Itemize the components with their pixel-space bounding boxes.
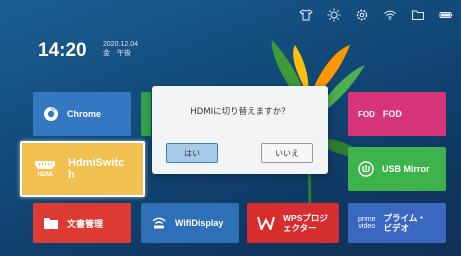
tile-hdmi-label-line1: HdmiSwitc [68, 157, 125, 169]
wps-icon [257, 216, 275, 230]
tile-document-manager[interactable]: 文書管理 [33, 203, 131, 243]
tile-wps-label-line1: WPSプロジ [283, 213, 328, 223]
tile-prime-video[interactable]: prime video プライム・ ビデオ [348, 203, 446, 243]
tile-wifi-display[interactable]: WifiDisplay [141, 203, 239, 243]
clock-time: 14:20 [38, 40, 87, 61]
folder-icon[interactable] [411, 8, 425, 22]
date-text: 2020.12.04 [103, 41, 139, 48]
tile-fod-label: FOD [382, 109, 402, 119]
tile-wps-projector[interactable]: WPSプロジ ェクター [247, 203, 339, 243]
prime-video-icon: prime video [358, 216, 376, 230]
tile-document-manager-label: 文書管理 [67, 218, 104, 229]
weekday-ampm-text: 金 午後 [103, 50, 131, 57]
tile-chrome[interactable]: Chrome [33, 92, 131, 136]
tile-hdmi-switch[interactable]: HDMI HdmiSwitc h [20, 141, 145, 197]
brightness-icon[interactable] [327, 8, 341, 22]
tile-prime-label-line2: ビデオ [383, 223, 410, 233]
tile-hdmi-label-line2: h [68, 169, 75, 181]
hdmi-switch-dialog: HDMIに切り替えますか？ はい いいえ [152, 86, 328, 174]
wifi-display-icon [151, 216, 167, 230]
tile-hidden-green[interactable] [141, 92, 151, 136]
tile-wps-label-line2: ェクター [283, 223, 317, 233]
shirt-icon[interactable] [299, 8, 313, 22]
hdmi-icon-text: HDMI [37, 172, 53, 178]
tile-wifi-display-label: WifiDisplay [175, 218, 224, 228]
usb-mirror-icon [358, 161, 374, 177]
tile-prime-label-line1: プライム・ [383, 213, 426, 223]
yes-button[interactable]: はい [166, 143, 218, 163]
no-button[interactable]: いいえ [261, 143, 313, 163]
status-bar [299, 4, 453, 26]
prime-icon-bottom: video [358, 223, 376, 230]
tile-usb-mirror[interactable]: USB Mirror [348, 147, 446, 191]
dialog-message: HDMIに切り替えますか？ [190, 107, 290, 117]
tile-fod[interactable]: FOD FOD [348, 92, 446, 136]
settings-icon[interactable] [355, 8, 369, 22]
hdmi-icon: HDMI [34, 160, 56, 178]
home-screen: 14:20 2020.12.04 金 午後 Chrome FOD FOD HDM… [0, 0, 461, 256]
tile-chrome-label: Chrome [67, 109, 102, 119]
battery-icon [439, 8, 453, 22]
fod-icon: FOD [358, 109, 375, 119]
folder-file-icon [43, 216, 59, 230]
prime-icon-top: prime [358, 216, 376, 223]
chrome-icon [43, 106, 59, 122]
tile-hdmi-label: HdmiSwitc h [68, 157, 124, 181]
wifi-icon[interactable] [383, 8, 397, 22]
tile-wps-label: WPSプロジ ェクター [283, 213, 328, 233]
tile-prime-label: プライム・ ビデオ [384, 213, 426, 233]
tile-usb-mirror-label: USB Mirror [382, 164, 430, 174]
clock-date: 2020.12.04 金 午後 [103, 40, 138, 58]
